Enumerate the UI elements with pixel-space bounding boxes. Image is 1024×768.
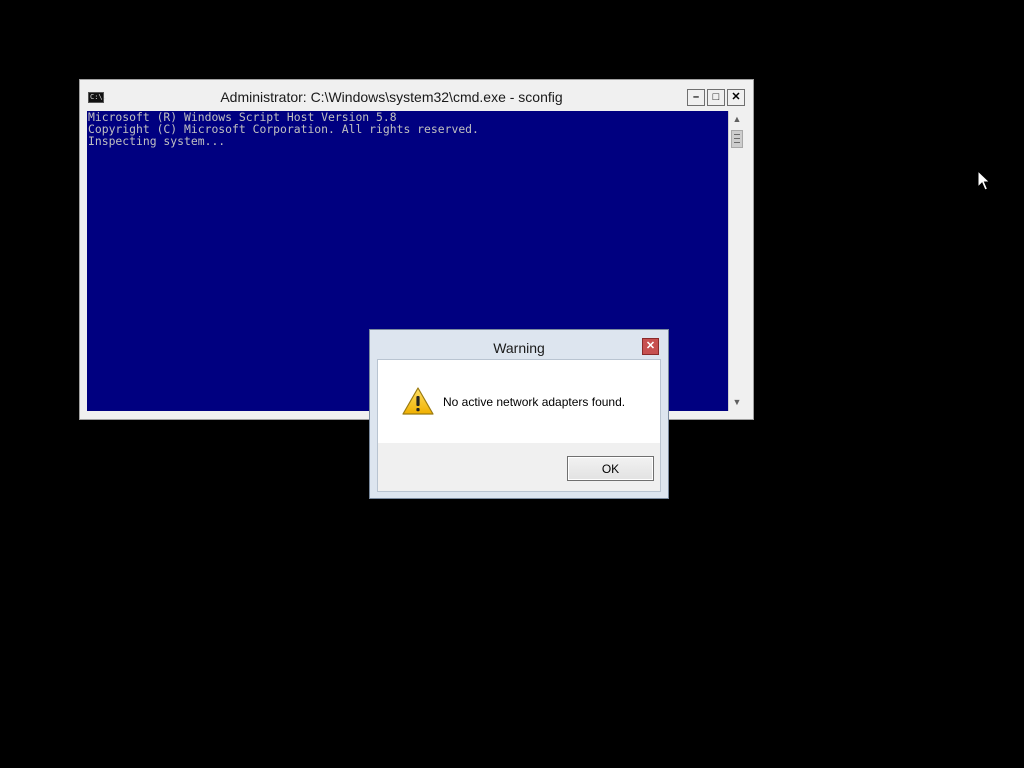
close-button[interactable]: ✕ xyxy=(727,89,745,106)
cmd-titlebar[interactable]: C:\. Administrator: C:\Windows\system32\… xyxy=(80,80,753,110)
scroll-up-arrow-icon[interactable]: ▲ xyxy=(729,111,745,128)
dialog-message-area: No active network adapters found. xyxy=(378,360,660,443)
scroll-thumb[interactable] xyxy=(731,130,743,148)
dialog-title: Warning xyxy=(493,340,545,356)
console-line: Inspecting system... xyxy=(88,134,226,148)
minimize-button[interactable]: – xyxy=(687,89,705,106)
vertical-scrollbar[interactable]: ▲ ▼ xyxy=(728,111,745,411)
dialog-message: No active network adapters found. xyxy=(443,395,626,409)
cmd-system-icon[interactable]: C:\. xyxy=(88,92,107,103)
maximize-button[interactable]: □ xyxy=(707,89,725,106)
warning-icon xyxy=(402,387,434,415)
warning-dialog[interactable]: Warning ✕ No active network adapters fou… xyxy=(369,329,669,499)
dialog-body: No active network adapters found. OK xyxy=(377,359,661,492)
ok-button[interactable]: OK xyxy=(567,456,654,481)
mouse-pointer-icon xyxy=(977,170,991,191)
scroll-down-arrow-icon[interactable]: ▼ xyxy=(729,394,745,411)
dialog-close-button[interactable]: ✕ xyxy=(642,338,659,355)
cmd-window-title: Administrator: C:\Windows\system32\cmd.e… xyxy=(220,89,563,105)
